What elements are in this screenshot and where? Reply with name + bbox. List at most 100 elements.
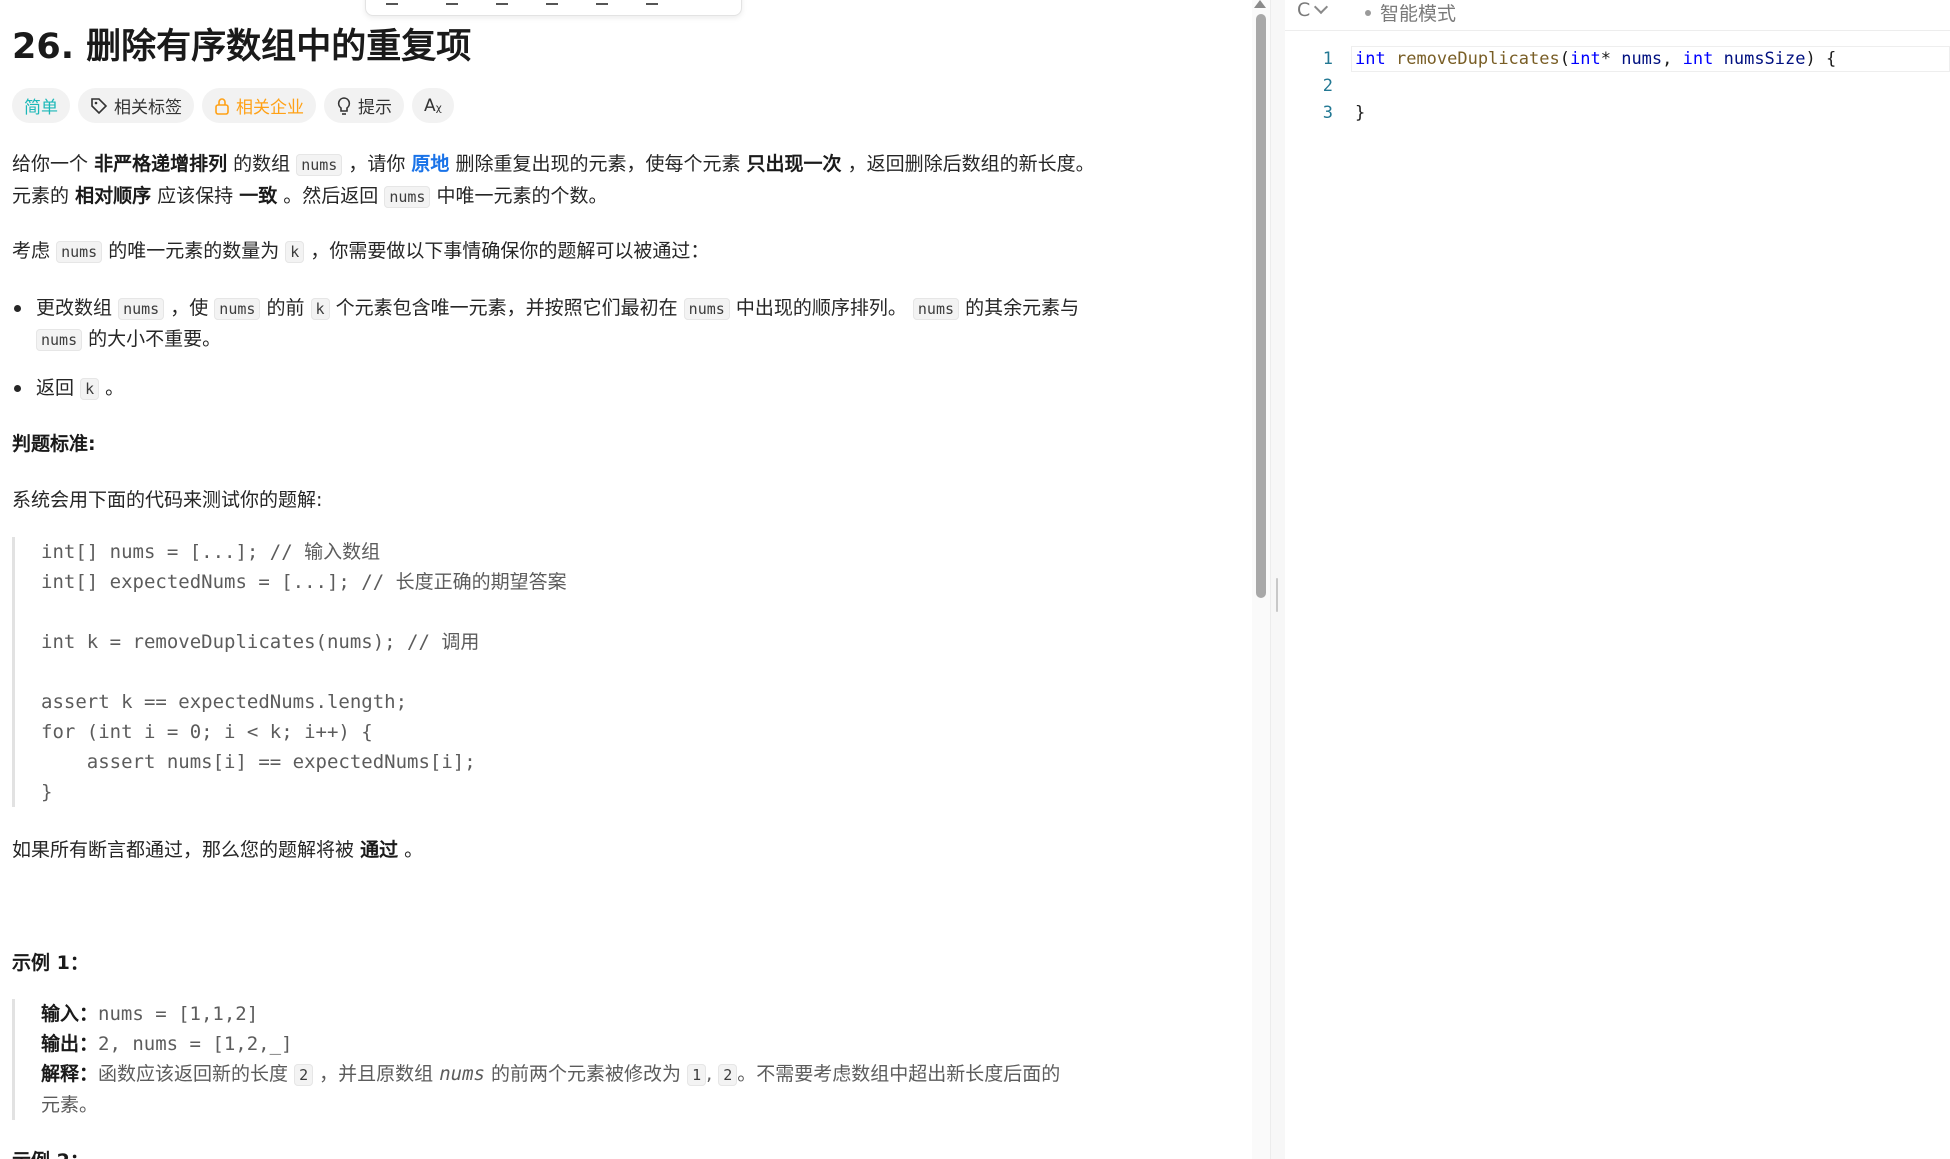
text: 的唯一元素的数量为	[108, 240, 280, 262]
bold-text: 非严格递增排列	[94, 153, 228, 175]
punctuation: (	[1559, 49, 1570, 69]
text: ,	[706, 1063, 713, 1085]
list-item-text-continued: nums 的大小不重要。	[36, 323, 221, 356]
text: 更改数组	[36, 297, 113, 319]
related-tags-button[interactable]: 相关标签	[78, 88, 194, 123]
page-title: 26. 删除有序数组中的重复项	[12, 27, 472, 67]
floating-toolbar[interactable]	[365, 0, 742, 16]
example-input-row: 输入：nums = [1,1,2]	[41, 999, 1060, 1029]
line-number: 3	[1322, 103, 1333, 123]
line-number: 1	[1322, 49, 1333, 69]
code-line: }	[41, 781, 53, 803]
description-paragraph-1: 给你一个 非严格递增排列 的数组 nums ，请你 原地 删除重复出现的元素，使…	[12, 148, 1095, 181]
output-label: 输出：	[41, 1033, 99, 1055]
list-item: 返回 k 。	[12, 372, 412, 404]
tag-bar: 简单 相关标签 相关企业 提示 Aᵪ	[12, 88, 454, 123]
bold-text: 相对顺序	[75, 185, 152, 207]
description-paragraph-3: 考虑 nums 的唯一元素的数量为 k ，你需要做以下事情确保你的题解可以被通过…	[12, 235, 709, 268]
punctuation: ) {	[1805, 49, 1837, 69]
input-value: nums = [1,1,2]	[98, 1003, 259, 1025]
keyword: int	[1682, 49, 1714, 69]
inline-code: 2	[294, 1064, 314, 1086]
related-tags-label: 相关标签	[114, 98, 182, 118]
text: ，你需要做以下事情确保你的题解可以被通过：	[310, 240, 710, 262]
editor-toolbar: C 智能模式	[1285, 0, 1950, 31]
example-1-heading: 示例 1：	[12, 952, 89, 974]
inline-code: nums	[912, 298, 960, 320]
inline-code: 2	[718, 1064, 738, 1086]
text: ，返回删除后数组的新长度。	[847, 153, 1095, 175]
difficulty-label: 简单	[24, 98, 58, 118]
code-line-1: int removeDuplicates(int* nums, int nums…	[1355, 46, 1836, 73]
inline-code: nums	[683, 298, 730, 320]
bold-text: 一致	[239, 185, 278, 207]
smart-mode-toggle[interactable]: 智能模式	[1365, 0, 1456, 26]
chevron-down-icon	[1314, 0, 1329, 15]
text: 。	[105, 377, 125, 399]
related-companies-button[interactable]: 相关企业	[202, 88, 316, 123]
text: 返回	[36, 377, 75, 399]
inline-code: k	[310, 298, 330, 320]
italic-code: nums	[439, 1063, 485, 1085]
text: 删除重复出现的元素，使每个元素	[455, 153, 741, 175]
keyword: int	[1355, 49, 1386, 69]
inline-code: nums	[214, 298, 261, 320]
hint-label: 提示	[358, 98, 392, 118]
example-1-block: 输入：nums = [1,1,2] 输出：2, nums = [1,2,_] 解…	[12, 999, 1060, 1120]
text: 元素的	[12, 185, 70, 207]
inline-code: k	[80, 378, 100, 400]
font-size-button[interactable]: Aᵪ	[412, 88, 454, 123]
code-line: int k = removeDuplicates(nums); // 调用	[41, 631, 480, 653]
panel-resize-divider[interactable]	[1270, 0, 1286, 1159]
language-label: C	[1297, 0, 1311, 21]
text: 的数组	[233, 153, 291, 175]
lock-icon	[215, 97, 229, 115]
code-line-3: }	[1355, 103, 1366, 123]
tag-icon	[91, 97, 108, 114]
description-paragraph-2: 元素的 相对顺序 应该保持 一致 。然后返回 nums 中唯一元素的个数。	[12, 180, 608, 213]
parameter: nums	[1621, 49, 1663, 69]
text: ，使	[170, 297, 209, 319]
example-explain-row: 解释：函数应该返回新的长度 2 ，并且原数组 nums 的前两个元素被修改为 1…	[41, 1059, 1060, 1090]
text: 中唯一元素的个数。	[436, 185, 608, 207]
text: 函数应该返回新的长度	[98, 1063, 289, 1085]
test-code-block: int[] nums = [...]; // 输入数组 int[] expect…	[12, 537, 567, 807]
example-2-heading: 示例 2：	[12, 1146, 89, 1159]
inline-code: k	[285, 241, 305, 263]
text: 个元素包含唯一元素，并按照它们最初在	[335, 297, 678, 319]
scroll-up-arrow-icon[interactable]	[1254, 0, 1266, 8]
difficulty-badge[interactable]: 简单	[12, 88, 70, 123]
judge-heading: 判题标准:	[12, 433, 96, 455]
scrollbar-thumb[interactable]	[1256, 14, 1266, 598]
in-place-link[interactable]: 原地	[411, 153, 449, 175]
hint-button[interactable]: 提示	[324, 88, 404, 123]
text: 如果所有断言都通过，那么您的题解将被	[12, 839, 355, 861]
problem-panel: 26. 删除有序数组中的重复项 简单 相关标签 相关企业 提示 Aᵪ 给你一个	[0, 0, 1250, 1159]
code-line: assert k == expectedNums.length;	[41, 691, 408, 713]
text: 。	[404, 839, 424, 861]
explain-label: 解释：	[41, 1063, 99, 1085]
code-text-area[interactable]: int removeDuplicates(int* nums, int nums…	[1355, 46, 1836, 127]
language-selector[interactable]: C	[1297, 0, 1329, 21]
code-editor-panel: C 智能模式 1 2 3 int removeDuplicates(int* n…	[1285, 0, 1950, 1159]
inline-code: 1	[687, 1064, 707, 1086]
inline-code: nums	[384, 186, 431, 208]
text: 的其余元素与	[965, 297, 1080, 319]
bullet-dot	[14, 385, 21, 392]
text: 的前	[266, 297, 305, 319]
code-line: int[] nums = [...]; // 输入数组	[41, 541, 381, 563]
bold-text: 通过	[360, 839, 399, 861]
text: ，请你	[348, 153, 406, 175]
example-explain-row-continued: 元素。	[41, 1090, 1060, 1120]
text: 考虑	[12, 240, 51, 262]
inline-code: nums	[36, 329, 83, 351]
list-item-text: 返回 k 。	[36, 372, 124, 405]
example-output-row: 输出：2, nums = [1,2,_]	[41, 1029, 1060, 1059]
text: 中出现的顺序排列。	[735, 297, 907, 319]
parameter: numsSize	[1723, 49, 1806, 69]
text: 给你一个	[12, 153, 89, 175]
code-line: assert nums[i] == expectedNums[i];	[41, 751, 476, 773]
